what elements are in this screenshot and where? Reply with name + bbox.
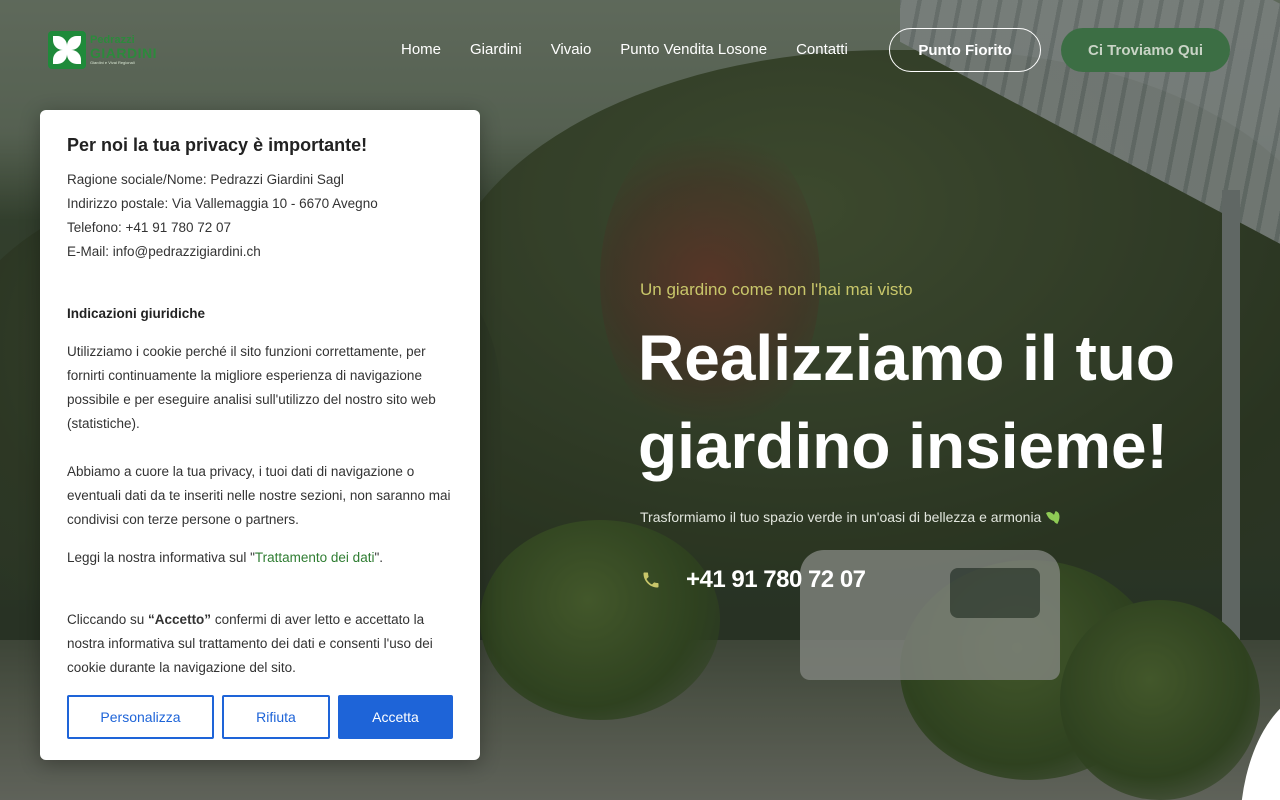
main-nav: Home Giardini Vivaio Punto Vendita Loson… [401,40,877,60]
privacy-legal-heading: Indicazioni giuridiche [67,306,206,321]
hero-phone[interactable]: +41 91 780 72 07 [640,566,866,594]
nav-punto-vendita-losone[interactable]: Punto Vendita Losone [620,40,767,60]
hero-subtitle-text: Trasformiamo il tuo spazio verde in un'o… [640,509,1042,525]
privacy-consent-strong: “Accetto” [148,612,212,627]
privacy-company-info: Ragione sociale/Nome: Pedrazzi Giardini … [67,168,453,264]
logo[interactable]: Pedrazzi GIARDINI Giardini e Vivai Regio… [48,31,158,69]
privacy-paragraph-consent: Cliccando su “Accetto” confermi di aver … [67,608,453,680]
privacy-policy-suffix: ". [374,550,383,565]
accept-button[interactable]: Accetta [338,695,453,739]
privacy-policy-link[interactable]: Trattamento dei dati [255,550,375,565]
customize-button[interactable]: Personalizza [67,695,214,739]
privacy-address: Indirizzo postale: Via Vallemaggia 10 - … [67,196,378,211]
hero-subtitle: Trasformiamo il tuo spazio verde in un'o… [640,509,1061,525]
logo-tagline: Giardini e Vivai Regionali [90,60,135,65]
privacy-paragraph-data: Abbiamo a cuore la tua privacy, i tuoi d… [67,464,451,527]
privacy-company-name: Ragione sociale/Nome: Pedrazzi Giardini … [67,172,344,187]
privacy-phone: Telefono: +41 91 780 72 07 [67,220,232,235]
privacy-email-line: E-Mail: info@pedrazzigiardini.ch [67,240,453,264]
privacy-title: Per noi la tua privacy è importante! [67,135,368,155]
privacy-paragraph-policy: Leggi la nostra informativa sul "Trattam… [67,546,453,570]
nav-giardini[interactable]: Giardini [470,40,522,60]
leaf-icon [1047,511,1061,523]
site-header: Pedrazzi GIARDINI Giardini e Vivai Regio… [0,0,1280,100]
nav-home[interactable]: Home [401,40,441,60]
phone-icon [640,569,662,591]
privacy-paragraph-cookies: Utilizziamo i cookie perché il sito funz… [67,344,436,431]
privacy-dialog: Per noi la tua privacy è importante! Rag… [40,110,480,760]
logo-line2: GIARDINI [90,45,157,61]
privacy-policy-prefix: Leggi la nostra informativa sul " [67,550,255,565]
nav-contatti[interactable]: Contatti [796,40,848,60]
punto-fiorito-button[interactable]: Punto Fiorito [889,28,1041,72]
privacy-email-label: E-Mail: [67,244,113,259]
logo-leaf-icon [48,31,86,69]
privacy-email: info@pedrazzigiardini.ch [112,244,261,259]
privacy-buttons: Personalizza Rifiuta Accetta [67,695,453,739]
hero-phone-number[interactable]: +41 91 780 72 07 [686,566,866,594]
hero-kicker: Un giardino come non l'hai mai visto [640,280,913,299]
privacy-consent-prefix: Cliccando su [67,612,149,627]
logo-wordmark: Pedrazzi GIARDINI Giardini e Vivai Regio… [90,35,157,65]
nav-vivaio[interactable]: Vivaio [551,40,592,60]
hero-title: Realizziamo il tuo giardino insieme! [638,322,1175,482]
reject-button[interactable]: Rifiuta [222,695,330,739]
ci-troviamo-qui-button[interactable]: Ci Troviamo Qui [1061,28,1230,72]
